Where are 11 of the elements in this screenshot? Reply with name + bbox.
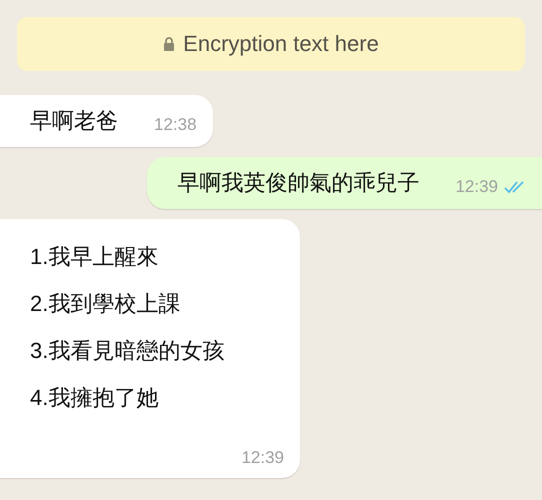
lock-icon xyxy=(163,37,176,51)
message-text: 早啊我英俊帥氣的乖兒子 xyxy=(177,169,420,197)
message-text: 2.我到學校上課 xyxy=(30,290,182,318)
message-text: 4.我擁抱了她 xyxy=(30,384,160,412)
message-text: 1.我早上醒來 xyxy=(30,243,160,271)
message-time: 12:38 xyxy=(154,115,197,135)
message-time: 12:39 xyxy=(455,177,498,197)
message-text: 早啊老爸 xyxy=(30,107,118,135)
message-time: 12:39 xyxy=(241,448,284,468)
encryption-text: Encryption text here xyxy=(183,31,379,57)
message-text: 3.我看見暗戀的女孩 xyxy=(30,337,226,365)
